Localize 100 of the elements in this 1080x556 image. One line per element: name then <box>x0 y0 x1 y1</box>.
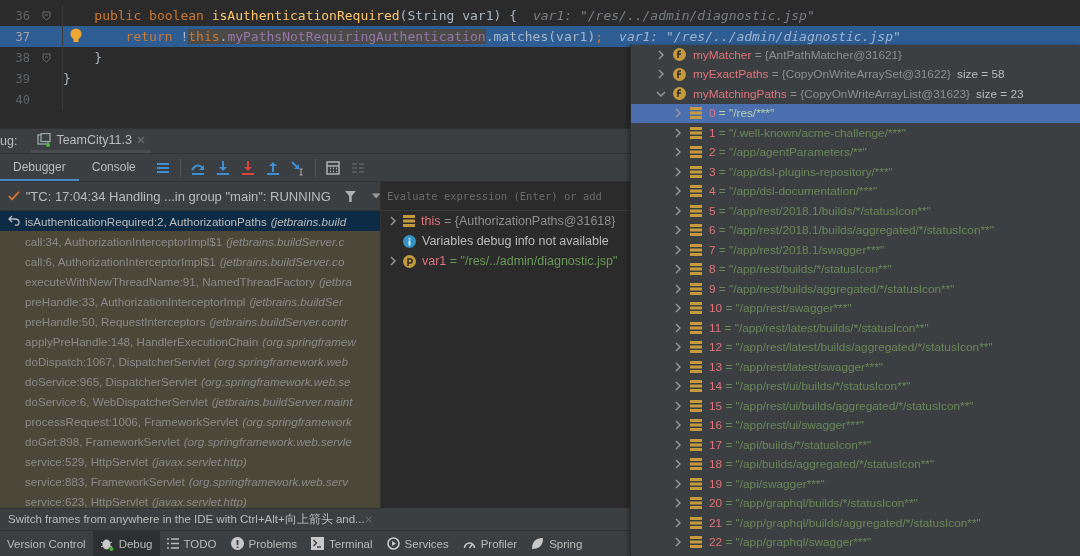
expand-chevron-icon[interactable] <box>389 256 397 266</box>
expand-chevron-icon[interactable] <box>674 244 682 255</box>
list-element-row[interactable]: 21 = "/app/graphql/builds/aggregated/*/statusIcon**" <box>631 513 1080 533</box>
stack-frame[interactable]: service:529, HttpServlet (javax.servlet.http) <box>0 451 380 471</box>
expand-chevron-icon[interactable] <box>389 216 397 226</box>
close-icon[interactable] <box>364 515 372 524</box>
list-element-row[interactable]: 9 = "/app/rest/builds/aggregated/*/statusIcon**" <box>631 279 1080 299</box>
list-icon <box>690 224 702 237</box>
lightbulb-icon[interactable] <box>70 28 82 44</box>
stack-frame[interactable]: call:6, AuthorizationInterceptorImpl$1 (jetbrains.buildServer.co <box>0 251 380 271</box>
tool-window-tab[interactable]: Problems <box>223 531 305 556</box>
list-icon <box>690 243 702 256</box>
stack-frame[interactable]: service:623, HttpServlet (javax.servlet.http) <box>0 491 380 508</box>
expand-chevron-icon[interactable] <box>674 459 682 470</box>
list-element-row[interactable]: 14 = "/app/rest/ui/builds/*/statusIcon**" <box>631 376 1080 396</box>
stack-frame[interactable]: preHandle:33, AuthorizationInterceptorImpl (jetbrains.buildSer <box>0 291 380 311</box>
evaluate-field[interactable]: Evaluate expression (Enter) or add <box>381 189 630 203</box>
list-element-row[interactable]: 1 = "/.well-known/acme-challenge/***" <box>631 123 1080 143</box>
fold-icon[interactable] <box>41 10 51 21</box>
list-icon <box>690 146 702 159</box>
step-out-icon[interactable] <box>264 159 281 176</box>
expand-chevron-icon[interactable] <box>674 498 682 509</box>
tool-window-tab[interactable]: Version Control <box>0 531 93 556</box>
expand-chevron-icon[interactable] <box>674 381 682 392</box>
expand-chevron-icon[interactable] <box>674 127 682 138</box>
list-element-row[interactable]: 20 = "/app/graphql/builds/*/statusIcon**" <box>631 493 1080 513</box>
force-step-into-icon[interactable] <box>239 159 256 176</box>
expand-chevron-icon[interactable] <box>674 478 682 489</box>
stack-frame[interactable]: applyPreHandle:148, HandlerExecutionChain (org.springframew <box>0 331 380 351</box>
expand-chevron-icon[interactable] <box>674 283 682 294</box>
checkmark-icon <box>8 190 20 202</box>
tool-window-tab[interactable]: Terminal <box>304 531 380 556</box>
expand-chevron-icon[interactable] <box>674 264 682 275</box>
list-element-row[interactable]: 15 = "/app/rest/ui/builds/aggregated/*/statusIcon**" <box>631 396 1080 416</box>
expand-chevron-icon[interactable] <box>674 166 682 177</box>
list-element-row[interactable]: 2 = "/app/agentParameters/**" <box>631 142 1080 162</box>
list-icon <box>690 497 702 510</box>
stack-frame[interactable]: call:34, AuthorizationInterceptorImpl$1 (jetbrains.buildServer.c <box>0 231 380 251</box>
list-element-row[interactable]: 18 = "/api/builds/aggregated/*/statusIcon**" <box>631 454 1080 474</box>
list-element-row[interactable]: 3 = "/app/dsl-plugins-repository/***" <box>631 162 1080 182</box>
tool-window-tab[interactable]: Debug <box>92 531 160 556</box>
panel-title: ug: <box>0 134 18 148</box>
list-element-row[interactable]: 4 = "/app/dsl-documentation/***" <box>631 181 1080 201</box>
variable-value: this = {AuthorizationPaths@31618} <box>421 214 616 228</box>
list-element-row[interactable]: 17 = "/api/builds/*/statusIcon**" <box>631 435 1080 455</box>
list-icon <box>690 419 702 432</box>
list-element-row[interactable]: 13 = "/app/rest/latest/swagger***" <box>631 357 1080 377</box>
list-element-row[interactable]: 11 = "/app/rest/latest/builds/*/statusIcon**" <box>631 318 1080 338</box>
expand-chevron-icon[interactable] <box>674 186 682 197</box>
list-element-row[interactable]: 0 = "/res/***" <box>631 103 1080 123</box>
variable-value: 17 = "/api/builds/*/statusIcon**" <box>709 437 872 452</box>
expand-chevron-icon[interactable] <box>674 361 682 372</box>
list-element-row[interactable]: 16 = "/app/rest/ui/swagger***" <box>631 415 1080 435</box>
expand-chevron-icon[interactable] <box>674 205 682 216</box>
tool-window-tab[interactable]: TODO <box>159 531 224 556</box>
stack-frame[interactable]: processRequest:1006, FrameworkServlet (org.springframework <box>0 411 380 431</box>
stack-frame[interactable]: executeWithNewThreadName:91, NamedThreadFactory (jetbra <box>0 271 380 291</box>
close-icon[interactable] <box>136 135 145 144</box>
tool-window-tab[interactable]: Profiler <box>455 531 525 556</box>
dropdown-caret-icon[interactable] <box>371 193 380 199</box>
list-element-row[interactable]: 12 = "/app/rest/latest/builds/aggregated/*/statusIcon**" <box>631 337 1080 357</box>
list-element-row[interactable]: 10 = "/app/rest/swagger***" <box>631 298 1080 318</box>
filter-icon[interactable] <box>344 189 356 203</box>
step-into-icon[interactable] <box>214 159 231 176</box>
list-element-row[interactable]: 6 = "/app/rest/2018.1/builds/aggregated/*/statusIcon**" <box>631 220 1080 240</box>
expand-chevron-icon[interactable] <box>674 420 682 431</box>
list-element-row[interactable]: 5 = "/app/rest/2018.1/builds/*/statusIcon**" <box>631 201 1080 221</box>
expand-chevron-icon[interactable] <box>674 537 682 548</box>
stack-frame[interactable]: doService:965, DispatcherServlet (org.springframework.web.se <box>0 371 380 391</box>
tool-window-tab[interactable]: Services <box>379 531 456 556</box>
collapse-chevron-icon[interactable] <box>656 89 666 98</box>
leaf-icon <box>531 537 545 550</box>
fold-icon[interactable] <box>41 52 51 63</box>
expand-chevron-icon[interactable] <box>674 147 682 158</box>
list-element-row[interactable]: 19 = "/api/swagger***" <box>631 474 1080 494</box>
calculator-icon[interactable] <box>324 159 341 176</box>
tool-window-tab[interactable]: Spring <box>524 531 590 556</box>
stack-frame[interactable]: preHandle:50, RequestInterceptors (jetbrains.buildServer.contr <box>0 311 380 331</box>
variable-value: 18 = "/api/builds/aggregated/*/statusIcon**" <box>709 457 935 472</box>
expand-chevron-icon[interactable] <box>657 49 665 60</box>
expand-chevron-icon[interactable] <box>674 303 682 314</box>
stack-frame[interactable]: isAuthenticationRequired:2, AuthorizationPaths (jetbrains.build <box>0 211 380 231</box>
expand-chevron-icon[interactable] <box>674 225 682 236</box>
expand-chevron-icon[interactable] <box>674 439 682 450</box>
expand-chevron-icon[interactable] <box>657 69 665 80</box>
run-to-cursor-icon[interactable] <box>289 159 306 176</box>
stack-frame[interactable]: doGet:898, FrameworkServlet (org.springframework.web.servle <box>0 431 380 451</box>
list-icon <box>690 438 702 451</box>
thread-status[interactable]: "TC: 17:04:34 Handling ...in group "main": RUNNING <box>25 188 331 204</box>
expand-chevron-icon[interactable] <box>674 322 682 333</box>
list-element-row[interactable]: 7 = "/app/rest/2018.1/swagger***" <box>631 240 1080 260</box>
stack-frame[interactable]: doDispatch:1067, DispatcherServlet (org.springframework.web <box>0 351 380 371</box>
expand-chevron-icon[interactable] <box>674 400 682 411</box>
tab[interactable]: Console <box>78 154 149 181</box>
list-element-row[interactable]: 22 = "/app/graphql/swagger***" <box>631 532 1080 552</box>
stack-frame[interactable]: doService:6, WebDispatcherServlet (jetbrains.buildServer.maint <box>0 391 380 411</box>
expand-chevron-icon[interactable] <box>674 342 682 353</box>
expand-chevron-icon[interactable] <box>674 517 682 528</box>
list-element-row[interactable]: 8 = "/app/rest/builds/*/statusIcon**" <box>631 259 1080 279</box>
stack-frame[interactable]: service:883, FrameworkServlet (org.springframework.web.serv <box>0 471 380 491</box>
